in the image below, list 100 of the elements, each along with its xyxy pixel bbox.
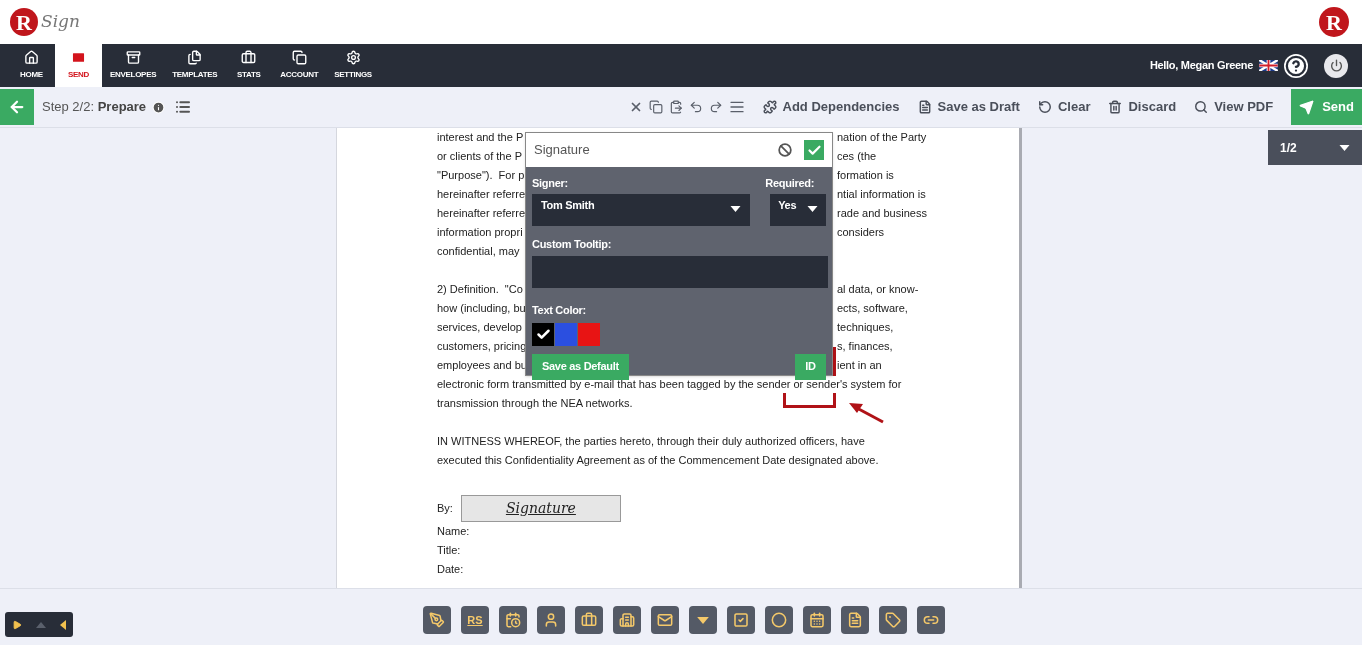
- document-text: ntial information is: [837, 187, 927, 203]
- field-label: Custom Tooltip:: [532, 237, 611, 250]
- power-icon: [1329, 59, 1343, 72]
- puzzle-icon: [762, 100, 777, 114]
- toolbar-button[interactable]: View PDF: [1194, 97, 1274, 117]
- document-text: ient in an: [837, 358, 883, 374]
- toolbar-button[interactable]: Clear: [1037, 97, 1091, 117]
- paper-plane-icon: [1299, 99, 1315, 115]
- document-text: al data, or know-: [837, 282, 920, 298]
- briefcase-icon: [581, 612, 597, 628]
- person-icon: [543, 612, 559, 628]
- field-label: Text Color:: [532, 304, 586, 316]
- undo-icon: [1037, 100, 1052, 114]
- home-icon: [24, 50, 39, 65]
- tooltip-input[interactable]: [532, 256, 828, 288]
- tool-button[interactable]: [727, 606, 755, 634]
- toolbar-button[interactable]: Add Dependencies: [762, 97, 900, 117]
- settings-icon: [345, 50, 361, 65]
- field-label: Required:: [765, 176, 814, 191]
- copy-icon[interactable]: [648, 100, 663, 114]
- up-triangle-icon[interactable]: [36, 621, 46, 628]
- tool-button[interactable]: [537, 606, 565, 634]
- document-text: information propri: [437, 225, 524, 241]
- document-text: nation of the Party: [837, 130, 928, 146]
- document-text: Name:: [437, 524, 470, 540]
- logo[interactable]: R Sign: [10, 8, 80, 36]
- document-text: or clients of the P: [437, 149, 523, 165]
- calendar-icon: [809, 612, 825, 628]
- signer-dropdown[interactable]: Tom Smith: [532, 193, 751, 226]
- disable-icon[interactable]: [778, 143, 792, 157]
- document-text: Title:: [437, 543, 461, 559]
- logout-button[interactable]: [1324, 53, 1348, 78]
- tool-button[interactable]: [879, 606, 907, 634]
- back-button[interactable]: [0, 89, 34, 125]
- step-label: Step 2/2: Prepare: [42, 98, 147, 117]
- tool-button[interactable]: [499, 606, 527, 634]
- left-triangle-icon[interactable]: [60, 619, 66, 630]
- tool-button[interactable]: [575, 606, 603, 634]
- building-icon: [619, 612, 635, 628]
- caret-icon: [730, 205, 742, 212]
- nav-tab[interactable]: TEMPLATES: [164, 44, 226, 87]
- document-text: ects, software,: [837, 301, 909, 317]
- undo-icon[interactable]: [688, 100, 703, 114]
- document-text: hereinafter referre: [437, 206, 524, 222]
- documents-icon: [187, 50, 203, 65]
- nav-tab[interactable]: HOME: [8, 44, 55, 87]
- tool-button[interactable]: [689, 606, 717, 634]
- confirm-button[interactable]: [804, 140, 824, 160]
- help-button[interactable]: [1284, 53, 1308, 78]
- play-icon[interactable]: [12, 619, 22, 630]
- tool-button[interactable]: [917, 606, 945, 634]
- checkbox-icon: [733, 612, 749, 628]
- drawer-icon: [125, 50, 141, 65]
- document-text: By:: [437, 501, 453, 517]
- document-text: hereinafter referre: [437, 187, 524, 203]
- caret-icon: [807, 205, 818, 212]
- document-text: "Purpose"). For p: [437, 168, 524, 184]
- circle-icon: [771, 612, 787, 628]
- paste-icon[interactable]: [668, 100, 683, 114]
- nav-tab[interactable]: STATS: [225, 44, 273, 87]
- document-text: rade and business: [837, 206, 928, 222]
- document-text: interest and the P: [437, 130, 524, 146]
- signature-field[interactable]: Signature: [460, 495, 621, 522]
- list-icon[interactable]: [175, 99, 192, 115]
- tool-button[interactable]: [613, 606, 641, 634]
- help-icon: [1285, 54, 1307, 77]
- briefcase-icon: [241, 50, 257, 65]
- nav-tab[interactable]: ACCOUNT: [272, 44, 327, 87]
- document-text: formation is: [837, 168, 895, 184]
- color-swatch[interactable]: [532, 322, 554, 346]
- tool-button[interactable]: [651, 606, 679, 634]
- tool-button[interactable]: [841, 606, 869, 634]
- document-text: electronic form transmitted by e-mail that has been tagged by the sender or sender's system for: [437, 376, 902, 393]
- document-text: confidential, may: [437, 244, 521, 260]
- tool-button[interactable]: [423, 606, 451, 634]
- caret-icon: [1339, 144, 1350, 151]
- page-selector[interactable]: 1/2: [1268, 130, 1362, 165]
- redo-icon[interactable]: [708, 100, 723, 114]
- tool-button[interactable]: [803, 606, 831, 634]
- document-text: 2) Definition. "Co: [437, 282, 524, 298]
- document-text: how (including, bu: [437, 301, 524, 317]
- greeting: Hello, Megan Greene: [1149, 58, 1253, 74]
- document-text: techniques,: [837, 320, 895, 336]
- nav-tab[interactable]: SETTINGS: [326, 44, 380, 87]
- info-icon[interactable]: [152, 100, 166, 114]
- color-swatch[interactable]: [555, 322, 577, 346]
- required-dropdown[interactable]: Yes: [770, 193, 826, 226]
- nav-tab[interactable]: ENVELOPES: [102, 44, 165, 87]
- caret-icon: [697, 616, 709, 624]
- pen-icon: [429, 612, 445, 628]
- toolbar-button[interactable]: Save as Draft: [917, 97, 1020, 117]
- toolbar-button[interactable]: Discard: [1108, 97, 1177, 117]
- document-text: s, finances,: [837, 339, 894, 355]
- checkmark-icon: [535, 326, 551, 342]
- tool-button[interactable]: RS: [461, 606, 489, 634]
- menu-icon[interactable]: [728, 99, 745, 115]
- tool-button[interactable]: [765, 606, 793, 634]
- color-swatch[interactable]: [578, 322, 600, 346]
- document-text: ces (the: [837, 149, 878, 165]
- nav-tab[interactable]: SEND: [55, 44, 102, 87]
